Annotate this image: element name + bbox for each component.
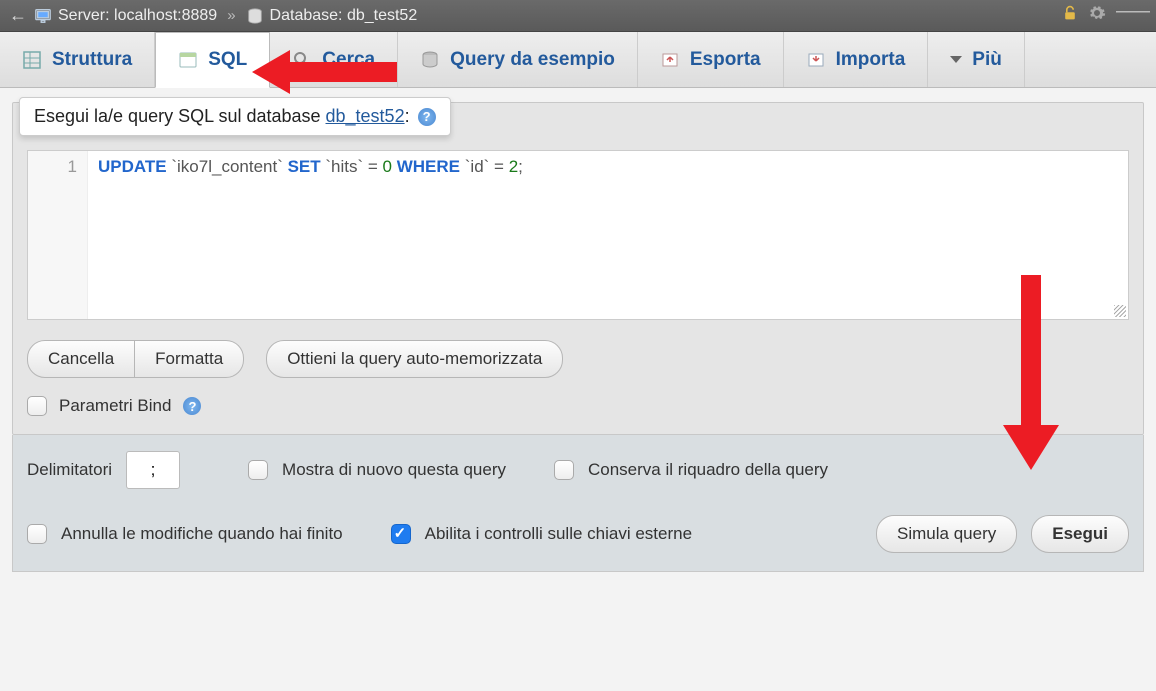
retain-query-box-checkbox[interactable] bbox=[554, 460, 574, 480]
clear-format-group: Cancella Formatta bbox=[27, 340, 244, 378]
tab-label: Query da esempio bbox=[450, 49, 615, 71]
tab-strip: Struttura SQL Cerca Query da esempio Esp… bbox=[0, 32, 1156, 88]
export-icon bbox=[660, 50, 680, 70]
editor-gutter: 1 bbox=[28, 151, 88, 319]
delimiters-label: Delimitatori bbox=[27, 460, 112, 480]
delimiters-input[interactable] bbox=[126, 451, 180, 489]
bind-params-label: Parametri Bind bbox=[59, 396, 171, 416]
server-breadcrumb[interactable]: Server: localhost:8889 bbox=[58, 7, 217, 25]
rollback-checkbox[interactable] bbox=[27, 524, 47, 544]
import-icon bbox=[806, 50, 826, 70]
autosaved-query-button[interactable]: Ottieni la query auto-memorizzata bbox=[266, 340, 563, 378]
show-query-again-label: Mostra di nuovo questa query bbox=[282, 460, 506, 480]
tab-more[interactable]: Più bbox=[928, 32, 1025, 87]
bind-params-checkbox[interactable] bbox=[27, 396, 47, 416]
nav-back-button[interactable]: ← bbox=[8, 5, 28, 26]
retain-query-box-label: Conserva il riquadro della query bbox=[588, 460, 828, 480]
fk-checks-checkbox[interactable] bbox=[391, 524, 411, 544]
tab-label: Struttura bbox=[52, 49, 132, 71]
fk-checks-label: Abilita i controlli sulle chiavi esterne bbox=[425, 524, 692, 544]
search-icon bbox=[292, 50, 312, 70]
tab-sql[interactable]: SQL bbox=[155, 32, 270, 88]
execute-button[interactable]: Esegui bbox=[1031, 515, 1129, 553]
lock-icon[interactable] bbox=[1062, 5, 1078, 26]
help-icon[interactable]: ? bbox=[183, 397, 201, 415]
structure-icon bbox=[22, 50, 42, 70]
show-query-again-checkbox[interactable] bbox=[248, 460, 268, 480]
sql-editor[interactable]: 1 UPDATE `iko7l_content` SET `hits` = 0 … bbox=[27, 150, 1129, 320]
sql-panel: Esegui la/e query SQL sul database db_te… bbox=[12, 102, 1144, 435]
tab-label: Cerca bbox=[322, 49, 375, 71]
heading-text: Esegui la/e query SQL sul database db_te… bbox=[34, 106, 410, 127]
tab-label: Esporta bbox=[690, 49, 761, 71]
editor-code[interactable]: UPDATE `iko7l_content` SET `hits` = 0 WH… bbox=[88, 151, 1128, 319]
tab-export[interactable]: Esporta bbox=[638, 32, 784, 87]
heading-db-link[interactable]: db_test52 bbox=[326, 106, 405, 126]
sql-icon bbox=[178, 50, 198, 70]
simulate-query-button[interactable]: Simula query bbox=[876, 515, 1017, 553]
server-icon bbox=[34, 7, 52, 25]
tab-search[interactable]: Cerca bbox=[270, 32, 398, 87]
footer-row-1: Delimitatori Mostra di nuovo questa quer… bbox=[27, 451, 1129, 489]
rollback-label: Annulla le modifiche quando hai finito bbox=[61, 524, 343, 544]
database-breadcrumb[interactable]: Database: db_test52 bbox=[270, 7, 418, 25]
tab-structure[interactable]: Struttura bbox=[0, 32, 155, 87]
gear-icon[interactable] bbox=[1088, 4, 1106, 27]
tab-label: SQL bbox=[208, 49, 247, 71]
editor-button-row: Cancella Formatta Ottieni la query auto-… bbox=[27, 340, 1129, 378]
help-icon[interactable]: ? bbox=[418, 108, 436, 126]
tab-import[interactable]: Importa bbox=[784, 32, 929, 87]
clear-button[interactable]: Cancella bbox=[27, 340, 135, 378]
sql-footer: Delimitatori Mostra di nuovo questa quer… bbox=[12, 435, 1144, 572]
panel-heading: Esegui la/e query SQL sul database db_te… bbox=[19, 97, 451, 136]
breadcrumb-bar: ← Server: localhost:8889 » Database: db_… bbox=[0, 0, 1156, 32]
collapse-panel-icon[interactable]: ⎻⎻ bbox=[1116, 5, 1148, 26]
dropdown-caret-icon bbox=[950, 56, 962, 63]
footer-row-2: Annulla le modifiche quando hai finito A… bbox=[27, 515, 1129, 553]
tab-label: Più bbox=[972, 49, 1002, 71]
resize-handle[interactable] bbox=[1114, 305, 1126, 317]
format-button[interactable]: Formatta bbox=[135, 340, 244, 378]
tab-query-by-example[interactable]: Query da esempio bbox=[398, 32, 638, 87]
bind-params-row: Parametri Bind ? bbox=[27, 396, 1129, 416]
tab-label: Importa bbox=[836, 49, 906, 71]
breadcrumb-separator: » bbox=[227, 7, 235, 24]
query-icon bbox=[420, 50, 440, 70]
database-icon bbox=[246, 7, 264, 25]
